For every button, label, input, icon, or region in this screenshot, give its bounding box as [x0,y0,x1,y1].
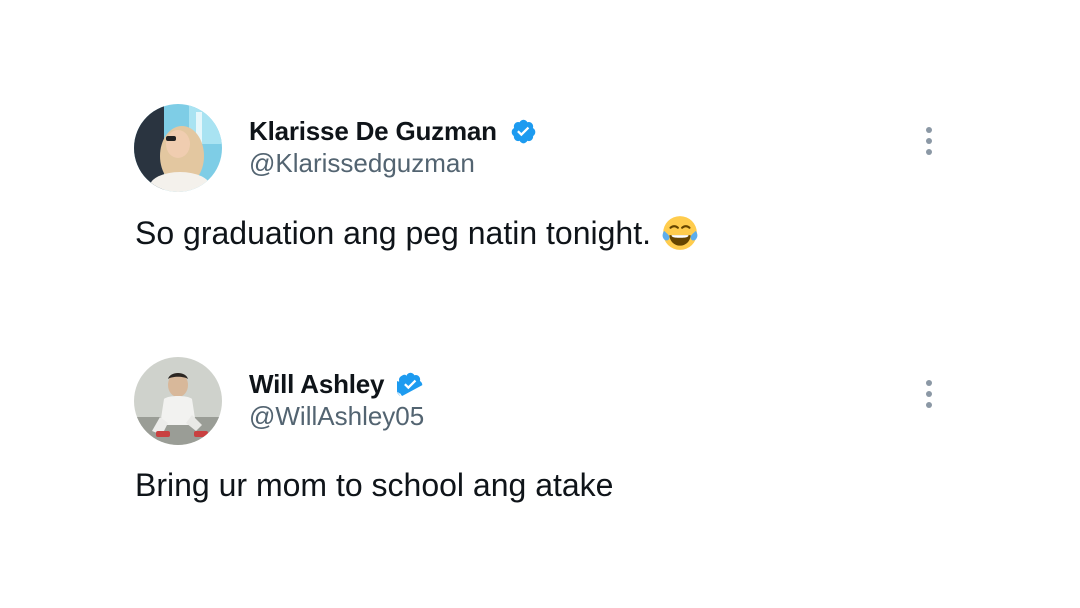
avatar[interactable] [134,357,222,445]
tweet-text-content: Bring ur mom to school ang atake [135,467,614,503]
more-vertical-icon-dot [926,391,932,397]
avatar-photo [134,357,222,445]
tweet-text: So graduation ang peg natin tonight. [135,214,699,252]
avatar[interactable] [134,104,222,192]
tweet-feed: Klarisse De Guzman @Klarissedguzman So g… [0,0,1080,608]
handle[interactable]: @WillAshley05 [249,401,424,432]
name-row: Klarisse De Guzman [249,114,537,148]
more-options-button[interactable] [915,377,943,411]
verified-badge-icon [511,119,536,143]
more-vertical-icon-dot [926,127,932,133]
more-vertical-icon-dot [926,149,932,155]
more-vertical-icon-dot [926,138,932,144]
more-options-button[interactable] [915,124,943,158]
more-vertical-icon-dot [926,402,932,408]
display-name[interactable]: Will Ashley [249,369,385,400]
avatar-photo [134,104,222,192]
display-name[interactable]: Klarisse De Guzman [249,116,497,147]
verified-badge-icon [397,372,423,396]
tweet-text: Bring ur mom to school ang atake [135,467,613,504]
tweet-text-content: So graduation ang peg natin tonight. [135,214,651,251]
more-vertical-icon-dot [926,380,932,386]
face-with-tears-of-joy-icon [662,216,698,250]
name-row: Will Ashley [249,367,424,401]
handle[interactable]: @Klarissedguzman [249,148,475,179]
